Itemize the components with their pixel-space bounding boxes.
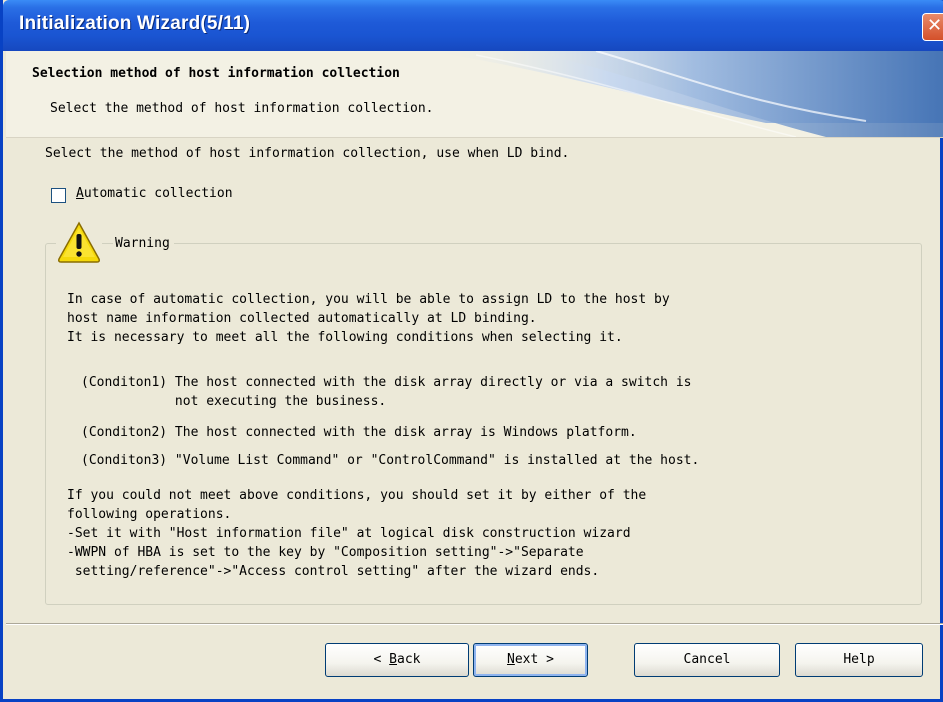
close-button[interactable]: ✕ <box>922 13 943 41</box>
header-subtitle: Select the method of host information co… <box>50 101 434 116</box>
condition-line: not executing the business. <box>81 394 387 409</box>
warning-intro-line: It is necessary to meet all the followin… <box>67 330 623 345</box>
back-rest: ack <box>397 652 421 667</box>
warning-intro-line: host name information collected automati… <box>67 311 537 326</box>
help-button[interactable]: Help <box>795 643 923 677</box>
checkbox-mnemonic: A <box>76 186 84 201</box>
warning-condition-1: (Conditon1) The host connected with the … <box>81 373 691 411</box>
wizard-header: Selection method of host information col… <box>6 51 943 138</box>
warning-intro: In case of automatic collection, you wil… <box>67 290 670 347</box>
condition-line: (Conditon1) The host connected with the … <box>81 375 692 390</box>
window-title: Initialization Wizard(5/11) <box>19 13 251 34</box>
warning-outro: If you could not meet above conditions, … <box>67 486 646 581</box>
cancel-button[interactable]: Cancel <box>634 643 780 677</box>
title-bar[interactable]: Initialization Wizard(5/11) ✕ <box>3 0 943 51</box>
header-swoosh-graphic <box>426 51 943 137</box>
back-prefix: < <box>373 652 390 667</box>
warning-condition-3: (Conditon3) "Volume List Command" or "Co… <box>81 451 699 470</box>
warning-outro-line: If you could not meet above conditions, … <box>67 488 647 503</box>
warning-label: Warning <box>113 236 174 251</box>
checkbox-box[interactable] <box>51 188 66 203</box>
next-rest: ext > <box>514 652 554 667</box>
warning-outro-line: -Set it with "Host information file" at … <box>67 526 631 541</box>
next-button[interactable]: Next > <box>473 643 588 677</box>
back-button[interactable]: < Back <box>325 643 469 677</box>
next-mnemonic: N <box>507 652 515 667</box>
warning-outro-line: following operations. <box>67 507 232 522</box>
back-mnemonic: B <box>389 652 397 667</box>
button-divider <box>6 623 943 625</box>
header-title: Selection method of host information col… <box>32 66 400 81</box>
instruction-text: Select the method of host information co… <box>45 146 570 161</box>
condition-line: (Conditon2) The host connected with the … <box>81 425 637 440</box>
warning-condition-2: (Conditon2) The host connected with the … <box>81 423 637 442</box>
warning-icon <box>56 219 102 265</box>
warning-outro-line: setting/reference"->"Access control sett… <box>67 564 600 579</box>
warning-intro-line: In case of automatic collection, you wil… <box>67 292 670 307</box>
wizard-window: Initialization Wizard(5/11) ✕ Selection … <box>0 0 943 702</box>
condition-line: (Conditon3) "Volume List Command" or "Co… <box>81 453 700 468</box>
warning-outro-line: -WWPN of HBA is set to the key by "Compo… <box>67 545 584 560</box>
checkbox-label[interactable]: Automatic collection <box>76 186 233 201</box>
checkbox-label-rest: utomatic collection <box>83 186 233 201</box>
close-icon: ✕ <box>926 15 943 36</box>
